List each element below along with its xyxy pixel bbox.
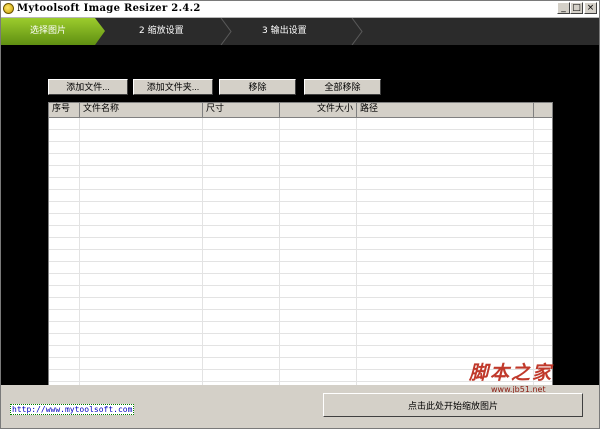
column-divider: [533, 118, 534, 393]
column-header-dimensions[interactable]: 尺寸: [203, 103, 280, 117]
minimize-button[interactable]: _: [557, 2, 570, 14]
add-files-button[interactable]: 添加文件...: [48, 79, 128, 95]
close-button[interactable]: ×: [584, 2, 597, 14]
file-table[interactable]: 序号 文件名称 尺寸 文件大小 路径: [48, 102, 553, 394]
column-header-filesize[interactable]: 文件大小: [280, 103, 357, 117]
watermark-title: 脚本之家: [469, 362, 554, 384]
app-logo-icon: [3, 3, 14, 14]
column-header-path[interactable]: 路径: [357, 103, 534, 117]
watermark-logo: 脚本之家 www.jb51.net: [469, 358, 589, 398]
title-bar[interactable]: Mytoolsoft Image Resizer 2.4.2 _ □ ×: [1, 1, 599, 18]
column-divider: [356, 118, 357, 393]
column-divider: [202, 118, 203, 393]
step-output-settings[interactable]: 3 输出设置: [262, 18, 307, 45]
column-divider: [79, 118, 80, 393]
column-header-filename[interactable]: 文件名称: [80, 103, 203, 117]
maximize-button[interactable]: □: [570, 2, 583, 14]
step-separator-icon: [220, 18, 232, 45]
footer-bar: http://www.mytoolsoft.com 脚本之家 www.jb51.…: [1, 362, 599, 428]
table-body[interactable]: [49, 118, 552, 393]
window-title: Mytoolsoft Image Resizer 2.4.2: [17, 3, 201, 14]
table-header: 序号 文件名称 尺寸 文件大小 路径: [49, 103, 552, 118]
wizard-steps: 选择图片 2 缩放设置 3 输出设置: [1, 18, 599, 45]
remove-button[interactable]: 移除: [219, 79, 296, 95]
website-link[interactable]: http://www.mytoolsoft.com: [10, 404, 135, 415]
column-divider: [279, 118, 280, 393]
file-panel: 添加文件... 添加文件夹... 移除 全部移除 序号 文件名称 尺寸 文件大小…: [1, 45, 599, 394]
start-resize-button[interactable]: 点击此处开始缩放图片: [323, 393, 583, 417]
remove-all-button[interactable]: 全部移除: [304, 79, 381, 95]
column-header-filler: [534, 103, 552, 117]
step-select-images[interactable]: 选择图片: [1, 18, 105, 45]
column-header-index[interactable]: 序号: [49, 103, 80, 117]
step-separator-icon: [351, 18, 363, 45]
step-resize-settings[interactable]: 2 缩放设置: [139, 18, 184, 45]
add-folder-button[interactable]: 添加文件夹...: [133, 79, 213, 95]
app-window: Mytoolsoft Image Resizer 2.4.2 _ □ × 选择图…: [0, 0, 600, 429]
